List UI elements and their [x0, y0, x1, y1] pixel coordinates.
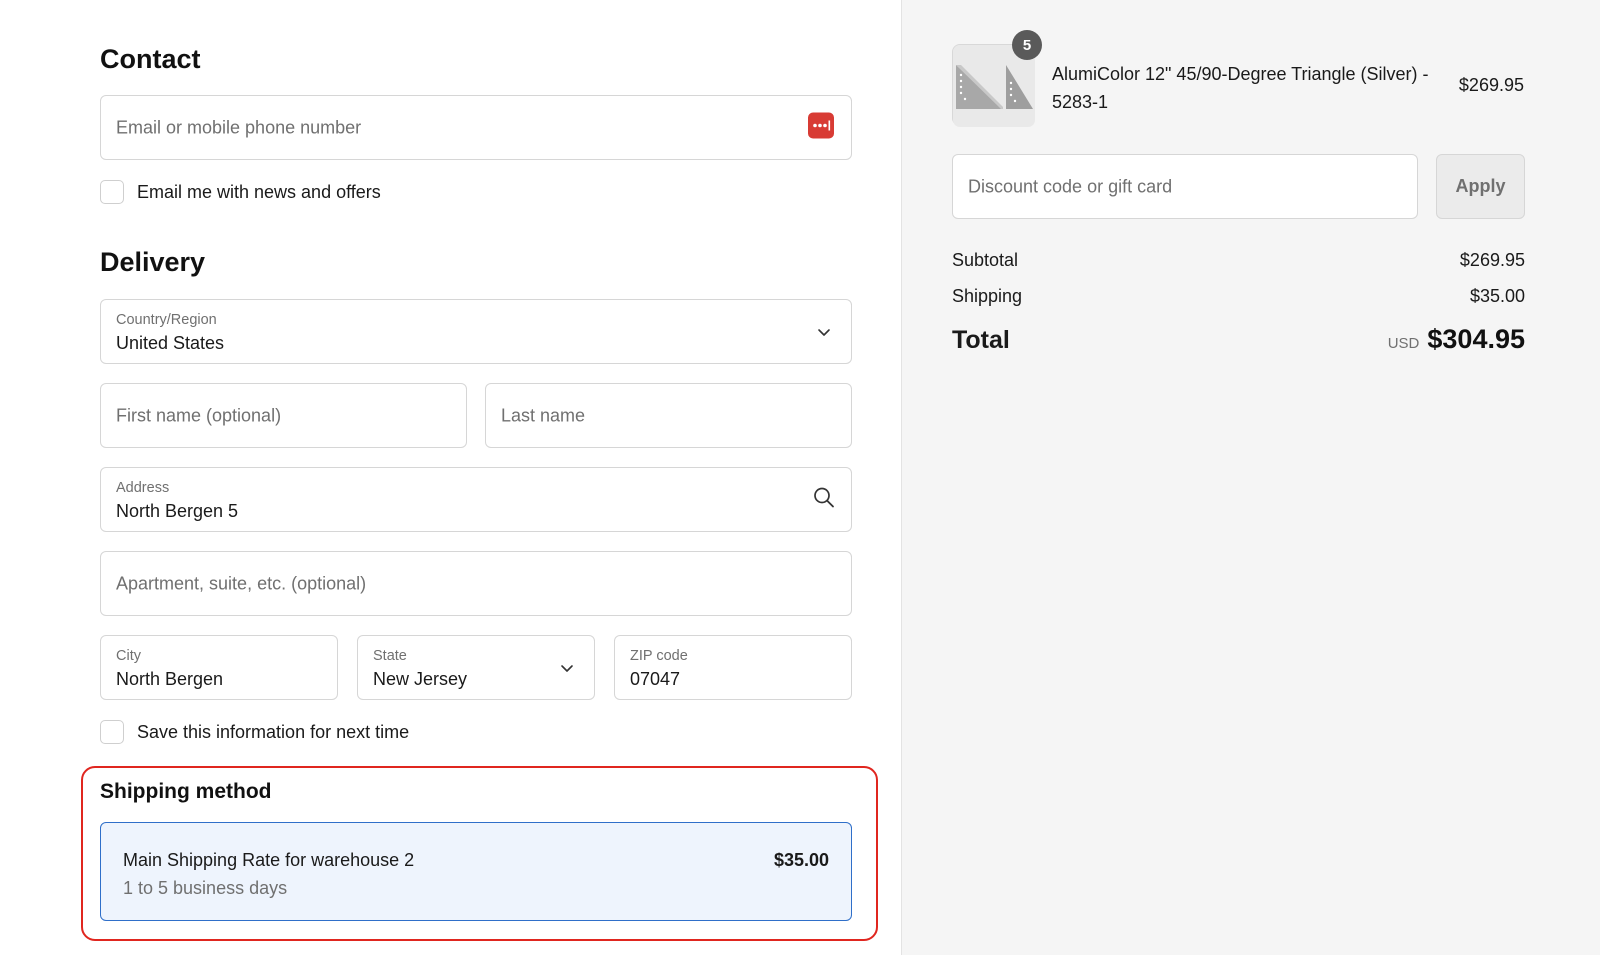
last-name-placeholder: Last name [501, 405, 586, 425]
city-label: City [116, 648, 141, 664]
address-value: North Bergen 5 [116, 501, 239, 521]
subtotal-label: Subtotal [952, 250, 1019, 270]
product-price: $269.95 [1458, 75, 1524, 95]
country-label: Country/Region [116, 312, 217, 328]
address-field[interactable]: Address North Bergen 5 [100, 467, 852, 532]
chevron-down-icon [560, 661, 574, 675]
country-select[interactable]: Country/Region United States [100, 299, 852, 364]
subtotal-row: Subtotal $269.95 [952, 250, 1525, 271]
apply-discount-button[interactable]: Apply [1436, 154, 1525, 219]
password-manager-icon[interactable] [807, 111, 835, 144]
email-field[interactable]: Email or mobile phone number [100, 95, 852, 160]
save-info-checkbox[interactable] [100, 720, 124, 744]
shipping-option-name: Main Shipping Rate for warehouse 2 [123, 850, 415, 870]
shipping-label: Shipping [952, 286, 1023, 306]
product-name: AlumiColor 12" 45/90-Degree Triangle (Si… [1052, 64, 1429, 112]
apartment-field[interactable]: Apartment, suite, etc. (optional) [100, 551, 852, 616]
total-amount-group: USD $304.95 [1388, 324, 1525, 355]
state-select[interactable]: State New Jersey [357, 635, 595, 700]
apartment-placeholder: Apartment, suite, etc. (optional) [116, 573, 367, 593]
search-icon[interactable] [813, 486, 835, 513]
shipping-value: $35.00 [1469, 286, 1525, 306]
first-name-placeholder: First name (optional) [116, 405, 282, 425]
shipping-option-days: 1 to 5 business days [123, 878, 288, 898]
save-info-label: Save this information for next time [137, 721, 410, 742]
first-name-field[interactable]: First name (optional) [100, 383, 467, 448]
state-value: New Jersey [373, 669, 468, 689]
last-name-field[interactable]: Last name [485, 383, 852, 448]
discount-placeholder: Discount code or gift card [968, 176, 1173, 196]
total-value: $304.95 [1427, 324, 1525, 354]
total-label: Total [952, 326, 1010, 354]
city-value: North Bergen [116, 669, 224, 689]
zip-label: ZIP code [630, 648, 688, 664]
zip-field[interactable]: ZIP code 07047 [614, 635, 852, 700]
checkout-form-panel: Contact Email or mobile phone number Ema… [0, 0, 902, 955]
shipping-option[interactable]: Main Shipping Rate for warehouse 2 1 to … [100, 822, 852, 921]
delivery-heading: Delivery [100, 247, 206, 277]
shipping-method-heading: Shipping method [100, 780, 272, 803]
save-info-checkbox-row[interactable]: Save this information for next time [100, 720, 409, 744]
currency-code: USD [1387, 335, 1420, 352]
country-value: United States [116, 333, 225, 353]
subtotal-value: $269.95 [1459, 250, 1525, 270]
quantity-badge: 5 [1012, 30, 1042, 60]
city-field[interactable]: City North Bergen [100, 635, 338, 700]
total-row: Total USD $304.95 [952, 324, 1525, 355]
zip-value: 07047 [630, 669, 681, 689]
shipping-option-price: $35.00 [773, 850, 829, 870]
newsletter-label: Email me with news and offers [137, 181, 381, 202]
order-summary-panel [902, 0, 1600, 955]
email-placeholder: Email or mobile phone number [116, 117, 362, 137]
chevron-down-icon [817, 325, 831, 339]
address-label: Address [116, 480, 170, 496]
newsletter-checkbox-row[interactable]: Email me with news and offers [100, 180, 381, 204]
shipping-row: Shipping $35.00 [952, 286, 1525, 307]
discount-code-input[interactable]: Discount code or gift card [952, 154, 1418, 219]
contact-heading: Contact [100, 44, 201, 74]
newsletter-checkbox[interactable] [100, 180, 124, 204]
state-label: State [373, 648, 407, 664]
